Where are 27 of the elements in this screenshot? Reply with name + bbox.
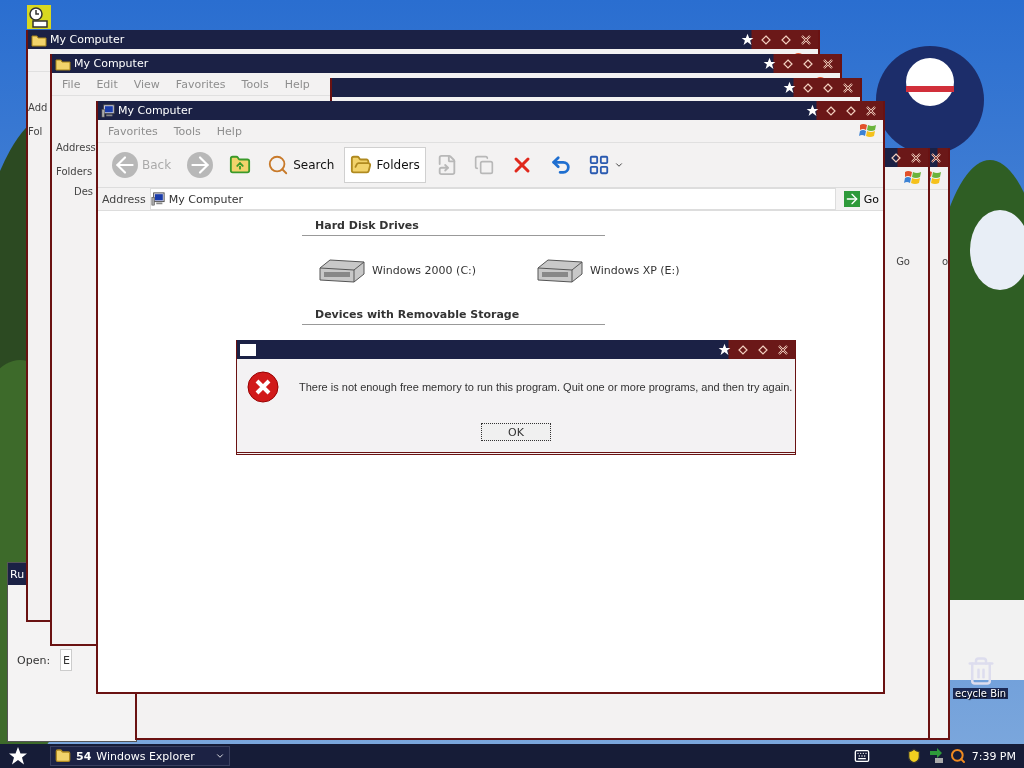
open-label: Open: bbox=[17, 653, 51, 667]
ok-button[interactable]: OK bbox=[481, 423, 551, 441]
go-button[interactable]: o bbox=[941, 256, 948, 267]
folders-label: Folders bbox=[56, 166, 93, 177]
section-heading: Hard Disk Drives bbox=[302, 217, 605, 236]
open-field[interactable]: E bbox=[60, 649, 73, 671]
go-button[interactable]: Go bbox=[896, 256, 910, 267]
address-label: Address bbox=[102, 192, 146, 206]
window-title: My Computer bbox=[50, 33, 125, 46]
clock: 7:39 PM bbox=[971, 749, 1016, 763]
taskbar-button[interactable]: 54 Windows Explorer bbox=[50, 746, 230, 766]
desktop-icon-label: ecycle Bin bbox=[953, 688, 1009, 699]
address-label: Add bbox=[28, 102, 48, 113]
drive-label[interactable]: Windows 2000 (C:) bbox=[372, 263, 477, 277]
section-heading: Devices with Removable Storage bbox=[302, 306, 605, 325]
window-title: My Computer bbox=[118, 104, 193, 117]
drive-label[interactable]: Windows XP (E:) bbox=[590, 263, 680, 277]
search-button[interactable]: Search bbox=[261, 147, 341, 183]
folders-button[interactable]: Folders bbox=[344, 147, 426, 183]
folders-label: Fol bbox=[28, 126, 43, 137]
go-button[interactable]: Go bbox=[839, 191, 883, 207]
tree-item[interactable]: Des bbox=[74, 186, 94, 197]
address-label: Address bbox=[56, 142, 96, 153]
window-title: My Computer bbox=[74, 57, 149, 70]
dialog-title: Ru bbox=[10, 567, 25, 581]
address-field[interactable]: My Computer bbox=[149, 188, 836, 210]
error-message: There is not enough free memory to run this program. Quit one or more programs, and then try again. bbox=[299, 381, 793, 393]
